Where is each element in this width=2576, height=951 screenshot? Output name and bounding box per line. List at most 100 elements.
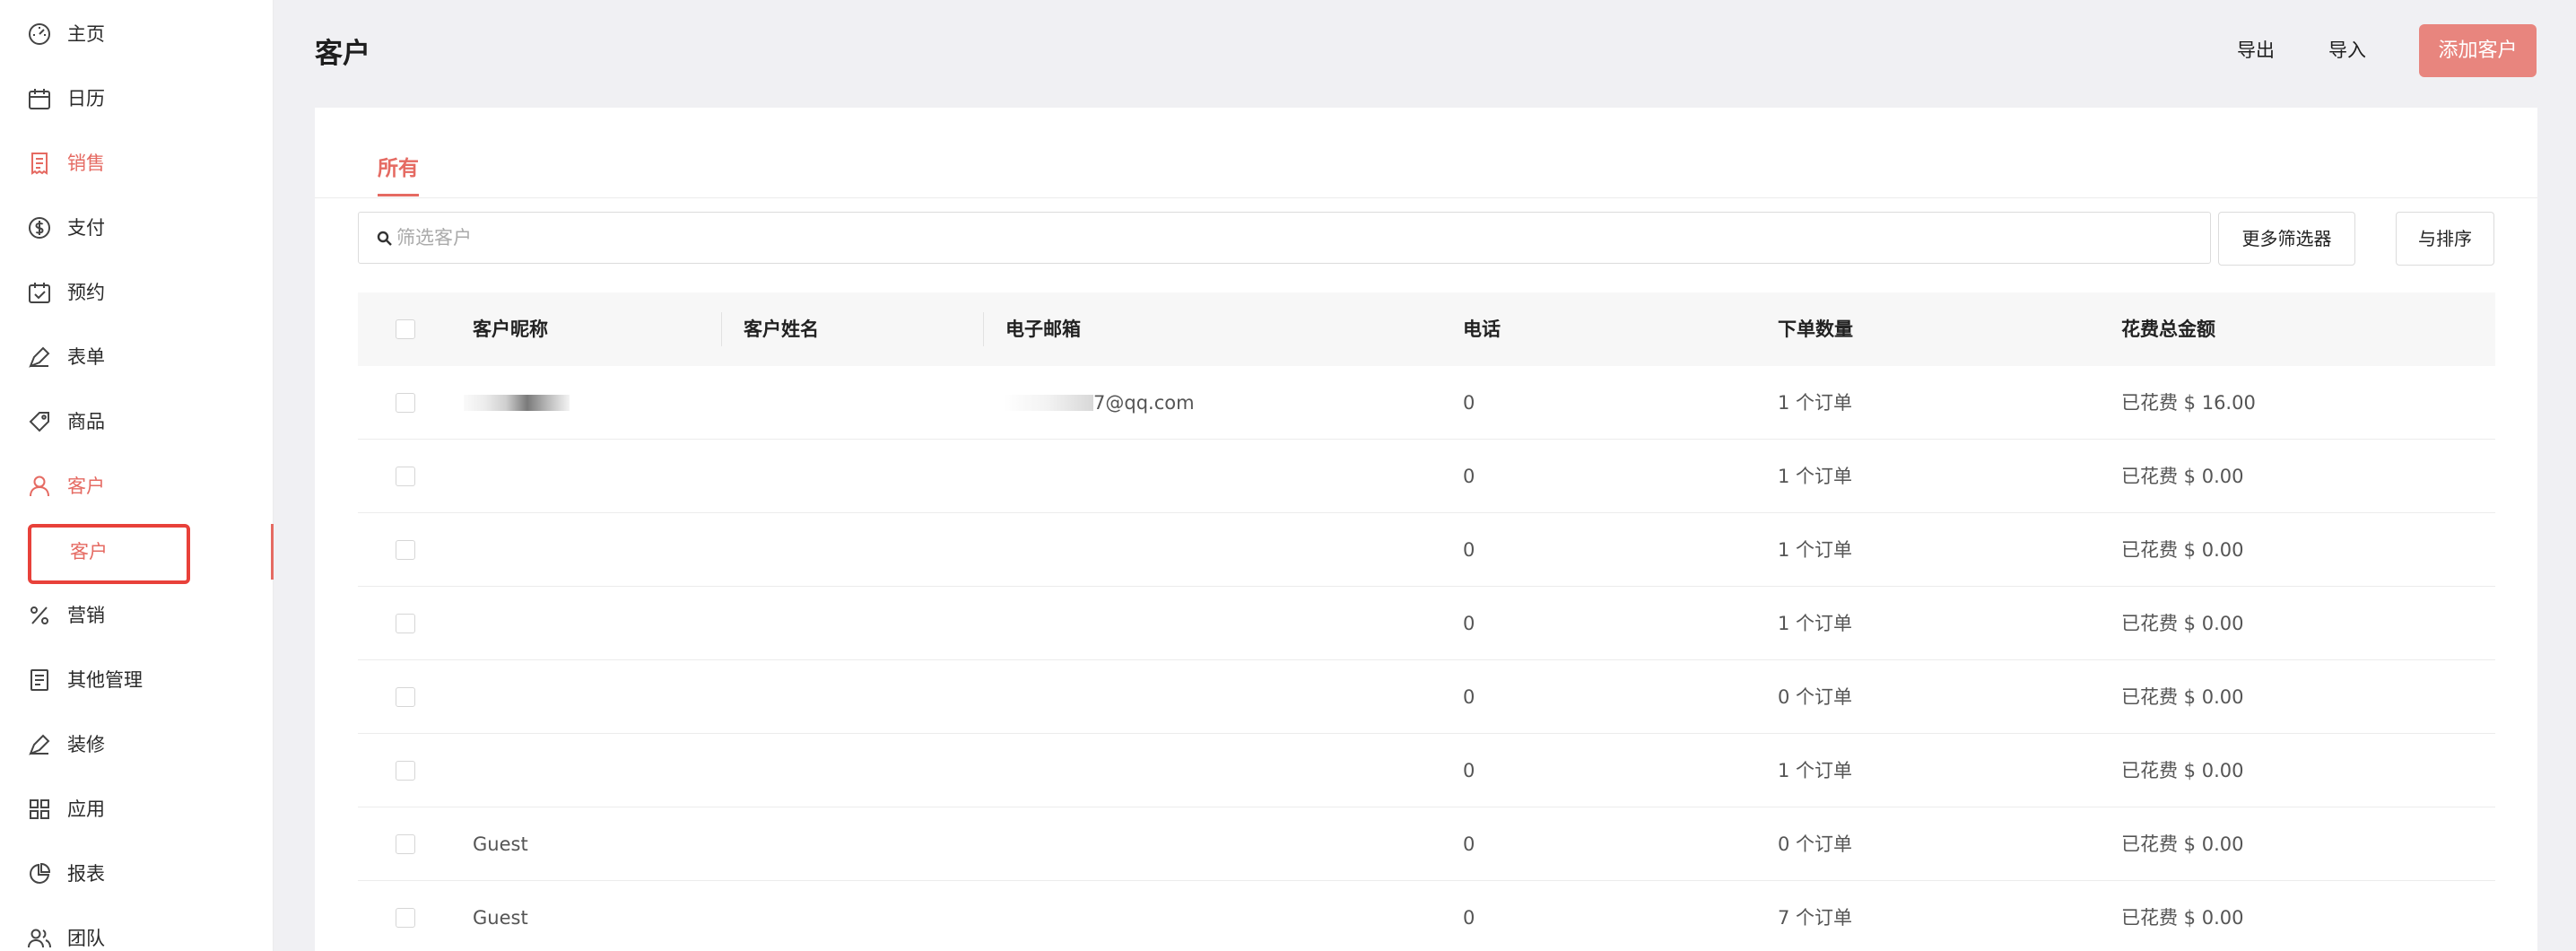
sidebar-item-label: 商品 [67, 411, 105, 432]
row-checkbox[interactable] [396, 540, 415, 560]
dashboard-icon [27, 22, 52, 47]
cell-spent: 已花费 $ 0.00 [2121, 833, 2244, 855]
column-header-orders[interactable]: 下单数量 [1778, 292, 1853, 366]
tag-icon [27, 409, 52, 434]
sales-receipt-icon [27, 151, 52, 176]
select-all-checkbox[interactable] [396, 319, 415, 339]
cell-nickname: Guest [473, 907, 528, 929]
sidebar-item-apps[interactable]: 应用 [0, 787, 274, 832]
sidebar-item-label: 其他管理 [67, 669, 143, 691]
column-header-email[interactable]: 电子邮箱 [1005, 292, 1081, 366]
cell-spent: 已花费 $ 0.00 [2121, 760, 2244, 781]
column-divider [983, 312, 984, 346]
page-title: 客户 [315, 38, 370, 70]
customers-card: 所有 更多筛选器 与排序 客户昵称 客户姓名 电子邮箱 电话 下单数量 花费总金… [315, 108, 2537, 951]
row-checkbox[interactable] [396, 687, 415, 707]
sort-button[interactable]: 与排序 [2396, 212, 2494, 266]
cell-spent: 已花费 $ 0.00 [2121, 613, 2244, 634]
sidebar-item-calendar[interactable]: 日历 [0, 76, 274, 121]
table-row[interactable]: Guest 0 0 个订单 已花费 $ 0.00 [358, 807, 2495, 881]
pie-chart-icon [27, 861, 52, 886]
table-row[interactable]: 0 1 个订单 已花费 $ 0.00 [358, 440, 2495, 513]
column-header-phone[interactable]: 电话 [1463, 292, 1501, 366]
sidebar-item-other[interactable]: 其他管理 [0, 658, 274, 702]
team-icon [27, 926, 52, 951]
import-button[interactable]: 导入 [2328, 36, 2366, 63]
redacted-email [1004, 395, 1093, 411]
cell-orders: 0 个订单 [1778, 833, 1853, 855]
sidebar-item-decoration[interactable]: 装修 [0, 722, 274, 767]
sidebar-item-products[interactable]: 商品 [0, 399, 274, 444]
sidebar-subitem-label: 客户 [70, 541, 108, 563]
cell-orders: 1 个订单 [1778, 392, 1853, 414]
row-checkbox[interactable] [396, 834, 415, 854]
sidebar-item-label: 应用 [67, 798, 105, 820]
cell-orders: 7 个订单 [1778, 907, 1853, 929]
row-checkbox[interactable] [396, 761, 415, 781]
dollar-circle-icon [27, 215, 52, 240]
cell-phone: 0 [1463, 466, 1475, 487]
cell-spent: 已花费 $ 0.00 [2121, 907, 2244, 929]
cell-phone: 0 [1463, 833, 1475, 855]
cell-spent: 已花费 $ 0.00 [2121, 686, 2244, 708]
search-icon [377, 231, 393, 247]
row-checkbox[interactable] [396, 614, 415, 633]
sidebar-item-label: 日历 [67, 88, 105, 109]
add-customer-button[interactable]: 添加客户 [2419, 24, 2537, 77]
sidebar-item-label: 表单 [67, 346, 105, 368]
column-divider [721, 312, 722, 346]
tab-all[interactable]: 所有 [378, 151, 419, 181]
sidebar-item-forms[interactable]: 表单 [0, 335, 274, 380]
percent-icon [27, 603, 52, 628]
cell-orders: 1 个订单 [1778, 539, 1853, 561]
sidebar-item-customers[interactable]: 客户 [0, 464, 274, 509]
tab-active-underline [378, 194, 419, 196]
sidebar: 主页 日历 销售 支付 预约 表单 商品 客户 客户 营销 其他管理 装修 应用… [0, 0, 274, 951]
cell-orders: 1 个订单 [1778, 466, 1853, 487]
sidebar-item-label: 销售 [67, 153, 105, 174]
export-button[interactable]: 导出 [2237, 36, 2275, 63]
sidebar-item-home[interactable]: 主页 [0, 12, 274, 57]
cell-orders: 0 个订单 [1778, 686, 1853, 708]
redacted-nickname [464, 395, 570, 411]
cell-phone: 0 [1463, 392, 1475, 414]
sidebar-item-payment[interactable]: 支付 [0, 205, 274, 250]
customers-table: 客户昵称 客户姓名 电子邮箱 电话 下单数量 花费总金额 7@qq.com 0 … [358, 292, 2495, 951]
cell-orders: 1 个订单 [1778, 613, 1853, 634]
sidebar-item-label: 支付 [67, 217, 105, 239]
sidebar-item-label: 主页 [67, 23, 105, 45]
column-header-name[interactable]: 客户姓名 [744, 292, 819, 366]
form-pen-icon [27, 345, 52, 370]
sidebar-item-reports[interactable]: 报表 [0, 851, 274, 896]
row-checkbox[interactable] [396, 393, 415, 413]
sidebar-item-booking[interactable]: 预约 [0, 270, 274, 315]
cell-nickname: Guest [473, 833, 528, 855]
sidebar-item-marketing[interactable]: 营销 [0, 593, 274, 638]
row-checkbox[interactable] [396, 908, 415, 928]
row-checkbox[interactable] [396, 467, 415, 486]
cell-phone: 0 [1463, 539, 1475, 561]
sidebar-subitem-customers[interactable]: 客户 [0, 522, 274, 584]
table-row[interactable]: 0 0 个订单 已花费 $ 0.00 [358, 660, 2495, 734]
table-row[interactable]: 0 1 个订单 已花费 $ 0.00 [358, 513, 2495, 587]
table-row[interactable]: 7@qq.com 0 1 个订单 已花费 $ 16.00 [358, 366, 2495, 440]
table-row[interactable]: 0 1 个订单 已花费 $ 0.00 [358, 587, 2495, 660]
table-row[interactable]: Guest 0 7 个订单 已花费 $ 0.00 [358, 881, 2495, 951]
column-header-spent[interactable]: 花费总金额 [2121, 292, 2215, 366]
cell-phone: 0 [1463, 686, 1475, 708]
sidebar-item-team[interactable]: 团队 [0, 916, 274, 951]
table-header: 客户昵称 客户姓名 电子邮箱 电话 下单数量 花费总金额 [358, 292, 2495, 366]
cell-spent: 已花费 $ 0.00 [2121, 466, 2244, 487]
cell-spent: 已花费 $ 16.00 [2121, 392, 2256, 414]
sidebar-item-sales[interactable]: 销售 [0, 141, 274, 186]
active-indicator [271, 524, 274, 580]
calendar-icon [27, 86, 52, 111]
search-input[interactable] [396, 213, 2190, 263]
cell-email: 7@qq.com [1093, 392, 1195, 414]
more-filters-button[interactable]: 更多筛选器 [2218, 212, 2355, 266]
column-header-nickname[interactable]: 客户昵称 [473, 292, 548, 366]
table-row[interactable]: 0 1 个订单 已花费 $ 0.00 [358, 734, 2495, 807]
apps-grid-icon [27, 797, 52, 822]
sidebar-item-label: 营销 [67, 605, 105, 626]
user-icon [27, 474, 52, 499]
